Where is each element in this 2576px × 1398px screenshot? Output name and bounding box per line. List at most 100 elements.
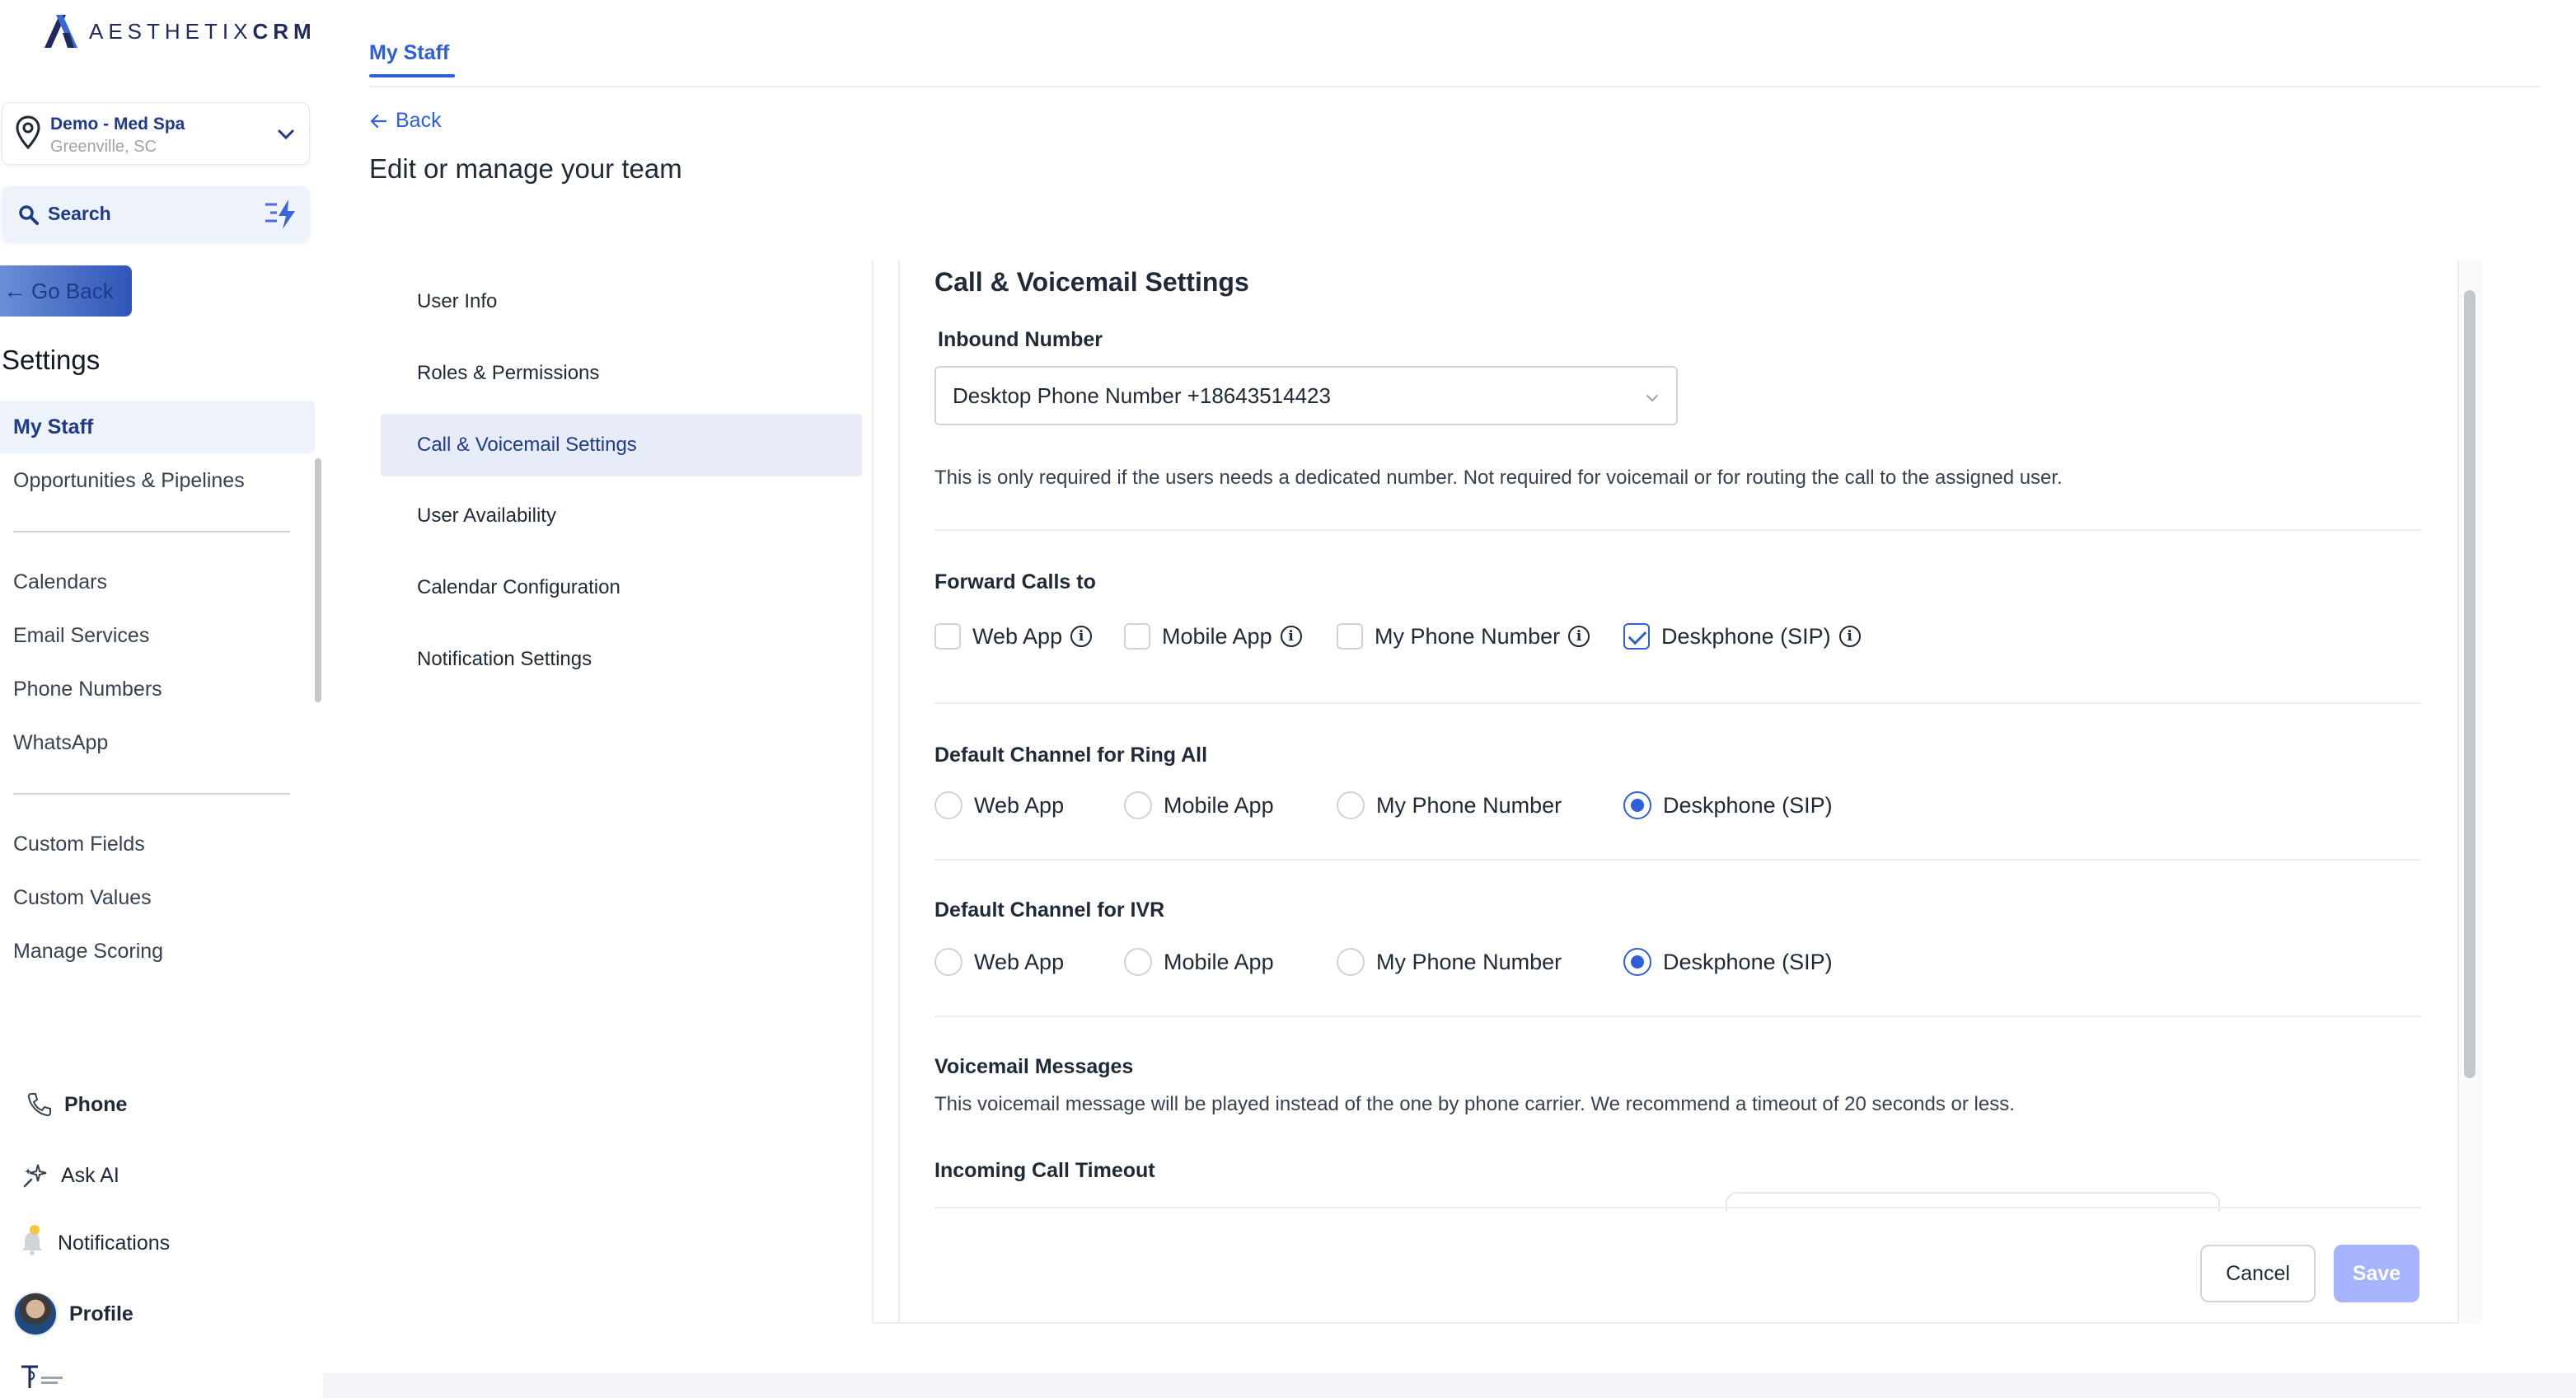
section-divider [934,1016,2421,1017]
info-icon[interactable]: i [1568,626,1590,647]
ivr-mobile-app-option[interactable]: Mobile App [1124,948,1274,976]
ring-all-phone-number-radio[interactable] [1337,791,1365,819]
sidebar-item-my-staff[interactable]: My Staff [0,401,315,453]
voicemail-help: This voicemail message will be played in… [934,1093,2015,1115]
ivr-web-app-label: Web App [974,949,1065,974]
back-link[interactable]: Back [369,109,442,133]
sidebar-item-custom-values[interactable]: Custom Values [0,871,315,924]
section-divider [934,1207,2421,1208]
map-pin-icon [16,115,40,150]
ring-all-web-app-radio[interactable] [934,791,962,819]
search-bar[interactable]: Search [2,186,310,242]
ring-all-phone-number-label: My Phone Number [1376,792,1562,818]
arrow-left-icon [370,114,387,128]
search-label: Search [48,203,111,224]
forward-mobile-app-label: Mobile App [1162,623,1272,649]
forward-deskphone-checkbox[interactable] [1623,623,1650,650]
ring-all-mobile-app-radio[interactable] [1124,791,1152,819]
notifications-button[interactable]: Notifications [18,1220,170,1266]
save-button[interactable]: Save [2334,1245,2419,1302]
chevron-down-icon [278,129,294,140]
sidebar-item-custom-fields[interactable]: Custom Fields [0,818,315,870]
ivr-label: Default Channel for IVR [934,898,1165,922]
tab-my-staff[interactable]: My Staff [369,41,449,65]
ring-all-web-app-label: Web App [974,792,1065,818]
sidebar-item-manage-scoring[interactable]: Manage Scoring [0,925,315,978]
ivr-phone-number-radio[interactable] [1337,948,1365,976]
incoming-call-timeout-input[interactable] [1726,1192,2220,1212]
sidebar-item-whatsapp[interactable]: WhatsApp [0,716,315,769]
forward-web-app-label: Web App [972,623,1063,649]
inbound-number-value: Desktop Phone Number +18643514423 [953,382,1331,408]
ask-ai-button[interactable]: Ask AI [21,1152,119,1199]
ivr-web-app-option[interactable]: Web App [934,948,1064,976]
page-footer-band [323,1373,2576,1398]
sidebar-scrollbar[interactable] [315,458,321,702]
forward-phone-number-label: My Phone Number [1375,623,1561,649]
forward-calls-label: Forward Calls to [934,570,1096,593]
avatar [13,1292,58,1336]
forward-mobile-app-option[interactable]: Mobile App i [1124,623,1302,650]
ring-all-label: Default Channel for Ring All [934,744,1208,767]
info-icon[interactable]: i [1280,626,1302,647]
forward-web-app-checkbox[interactable] [934,623,961,650]
inbound-number-select[interactable]: Desktop Phone Number +18643514423 [934,366,1678,425]
go-back-button[interactable]: ← Go Back [0,265,132,317]
profile-button[interactable]: Profile [13,1291,133,1337]
phone-icon [27,1093,51,1117]
profile-label: Profile [69,1302,133,1325]
info-icon[interactable]: i [1070,626,1093,647]
location-name: Demo - Med Spa [50,115,185,134]
panel-scrollbar-thumb[interactable] [2464,290,2475,1078]
section-title: Call & Voicemail Settings [934,267,1249,297]
section-divider [934,529,2421,531]
section-divider [934,702,2421,704]
ivr-mobile-app-radio[interactable] [1124,948,1152,976]
go-back-label: Go Back [31,278,114,303]
sidebar-item-calendars[interactable]: Calendars [0,556,315,608]
ring-all-deskphone-option[interactable]: Deskphone (SIP) [1623,791,1833,819]
panel-inner-border [898,260,900,1324]
logo-x-icon [44,15,77,48]
ask-ai-label: Ask AI [61,1163,119,1187]
cancel-button[interactable]: Cancel [2200,1245,2316,1302]
forward-mobile-app-checkbox[interactable] [1124,623,1150,650]
arrow-left-icon: ← [3,278,26,303]
ring-all-deskphone-radio[interactable] [1623,791,1651,819]
brand-logo[interactable]: AESTHETIXCRM [41,8,316,54]
notifications-label: Notifications [58,1231,171,1255]
sidebar-item-phone-numbers[interactable]: Phone Numbers [0,663,315,715]
forward-deskphone-option[interactable]: Deskphone (SIP) i [1623,623,1861,650]
ring-all-web-app-option[interactable]: Web App [934,791,1064,819]
ivr-phone-number-option[interactable]: My Phone Number [1337,948,1562,976]
sidebar-item-email-services[interactable]: Email Services [0,609,315,662]
subnav-notification-settings[interactable]: Notification Settings [381,628,862,691]
phone-button[interactable]: Phone [25,1081,127,1128]
forward-web-app-option[interactable]: Web App i [934,623,1093,650]
ivr-deskphone-radio[interactable] [1623,948,1651,976]
subnav-user-info[interactable]: User Info [381,270,862,333]
forward-phone-number-checkbox[interactable] [1337,623,1363,650]
sparkle-icon [23,1164,47,1188]
ring-all-mobile-app-label: Mobile App [1164,792,1274,818]
sidebar-item-opportunities[interactable]: Opportunities & Pipelines [0,454,315,507]
back-label: Back [396,109,442,132]
ivr-web-app-radio[interactable] [934,948,962,976]
location-switcher[interactable]: Demo - Med Spa Greenville, SC [2,102,310,165]
lightning-bolt-icon[interactable] [264,198,298,231]
info-icon[interactable]: i [1838,626,1861,647]
ring-all-mobile-app-option[interactable]: Mobile App [1124,791,1274,819]
subnav-calendar-configuration[interactable]: Calendar Configuration [381,556,862,619]
subnav-user-availability[interactable]: User Availability [381,485,862,547]
settings-title: Settings [2,345,101,375]
tab-active-indicator [369,74,455,77]
location-city: Greenville, SC [50,138,157,156]
subnav-call-voicemail[interactable]: Call & Voicemail Settings [381,414,862,476]
page-title: Edit or manage your team [369,153,682,184]
subnav-roles-permissions[interactable]: Roles & Permissions [381,342,862,405]
ivr-deskphone-option[interactable]: Deskphone (SIP) [1623,948,1833,976]
logo-suffix: CRM [252,18,316,44]
ring-all-phone-number-option[interactable]: My Phone Number [1337,791,1562,819]
sidebar-divider [13,793,290,795]
forward-phone-number-option[interactable]: My Phone Number i [1337,623,1590,650]
